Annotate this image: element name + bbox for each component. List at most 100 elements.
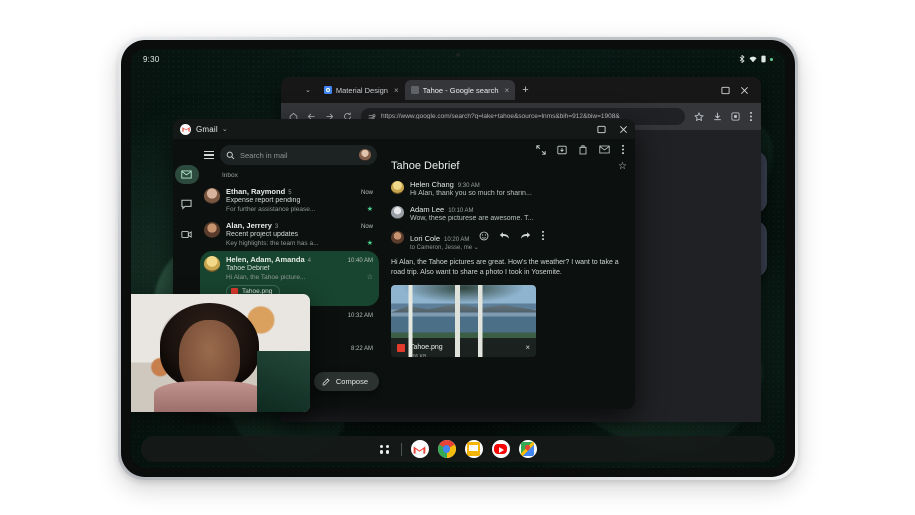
maximize-icon[interactable] [721,86,730,95]
close-icon[interactable]: × [525,343,530,352]
close-icon[interactable]: × [505,86,510,95]
reply-icon[interactable] [499,231,510,240]
youtube-taskbar-icon[interactable] [491,440,510,458]
extensions-icon[interactable] [731,112,740,121]
list-item-time: Now [360,224,373,230]
app-launcher-icon[interactable] [379,444,390,454]
thread-message-sender: Adam Lee [410,205,445,214]
list-item[interactable]: Alan, Jerrery 3 Now Recent project updat… [200,217,379,251]
list-item-subject: Expense report pending [226,197,301,204]
thread-message[interactable]: Adam Lee 10:10 AM Wow, these picturese a… [391,205,627,222]
download-icon[interactable] [713,112,722,121]
browser-window-controls [721,86,757,95]
gmail-window-controls [597,125,628,134]
wifi-icon [749,56,757,62]
message-body-text: Hi Alan, the Tahoe pictures are great. H… [391,258,619,277]
google-search-icon [410,86,419,94]
overflow-menu-icon[interactable] [621,144,625,155]
gmail-title-bar: Gmail ⌄ [173,119,635,139]
chrome-tab-strip: ⌄ Material Design × Tahoe - Google searc… [281,77,761,103]
close-icon[interactable]: × [394,86,399,95]
avatar[interactable] [359,149,371,161]
thread-message-time: 10:10 AM [448,208,474,214]
thread-message[interactable]: Helen Chang 9:30 AM Hi Alan, thank you s… [391,180,627,197]
chat-icon [181,199,192,210]
slides-taskbar-icon[interactable] [464,440,483,458]
star-icon[interactable]: ☆ [367,273,373,281]
tablet-device-frame: 9:30 Weather Wed 8° [118,37,798,480]
list-item-sender: Ethan, Raymond [226,187,286,196]
gmail-taskbar-icon[interactable] [410,440,429,458]
hamburger-menu-icon[interactable] [200,151,217,159]
avatar [391,231,404,244]
list-item-subject: Recent project updates [226,231,298,238]
mail-icon [181,170,192,179]
list-item-snippet: For further assistance please... [226,205,316,213]
bookmark-star-icon[interactable] [694,111,704,122]
expand-icon[interactable] [536,144,546,155]
thread-message-time: 9:30 AM [457,183,480,189]
new-tab-button[interactable]: + [515,84,535,96]
thread-message-sender: Lori Cole [410,233,441,243]
taskbar [141,436,775,462]
rail-item-chat[interactable] [177,195,196,214]
gmail-logo-icon [180,123,191,135]
tablet-screen: 9:30 Weather Wed 8° [131,49,785,468]
list-item[interactable]: Ethan, Raymond 5 Now Expense report pend… [200,183,379,217]
status-icons [739,55,773,63]
close-icon[interactable] [740,86,749,95]
star-icon[interactable]: ★ [367,239,373,247]
video-call-window[interactable] [131,294,310,412]
overflow-menu-icon[interactable] [541,230,545,241]
close-icon[interactable] [619,125,628,134]
chevron-down-icon[interactable]: ⌄ [222,125,228,133]
rail-item-meet[interactable] [177,225,196,244]
status-clock: 9:30 [143,54,160,64]
search-input[interactable]: Search in mail [220,145,377,165]
chrome-profile-caret-icon[interactable]: ⌄ [305,86,311,94]
emoji-icon[interactable] [479,231,489,241]
thread-message-sender: Helen Chang [410,180,454,189]
video-participant-torso [154,381,265,412]
browser-tab-tahoe-search[interactable]: Tahoe - Google search × [404,80,516,100]
search-icon [226,151,235,159]
dot-indicator [770,57,773,61]
battery-icon [761,55,766,63]
mark-unread-icon[interactable] [599,145,610,154]
browser-tab-label: Tahoe - Google search [422,85,499,95]
star-icon[interactable]: ★ [367,205,373,213]
list-item-count: 4 [307,258,311,264]
chrome-taskbar-icon[interactable] [437,440,456,458]
inline-image-attachment[interactable]: Tahoe.png 106 KB × [391,285,536,358]
thread-message-expanded[interactable]: Lori Cole 10:20 AM to Cameron, Jesse, me… [391,230,627,251]
avatar [204,222,220,238]
maximize-icon[interactable] [597,125,606,134]
image-file-icon [397,343,405,352]
avatar [391,181,404,194]
avatar [204,188,220,204]
list-item-snippet: Hi Alan, the Tahoe picture... [226,273,306,281]
list-item-count: 3 [274,224,279,230]
star-icon[interactable]: ☆ [618,161,627,172]
list-item-time: 8:22 AM [350,346,373,352]
list-item-count: 5 [288,190,292,196]
thread-actions [391,144,627,155]
rail-item-mail[interactable] [174,165,199,184]
archive-icon[interactable] [557,145,567,155]
compose-button[interactable]: Compose [313,372,379,391]
forward-icon[interactable] [520,231,531,240]
chevron-down-icon[interactable]: ⌄ [474,245,479,251]
thread-message-time: 10:20 AM [444,236,470,243]
thread-message-snippet: Hi Alan, thank you so much for sharin... [410,190,532,197]
screenshot-stage: 9:30 Weather Wed 8° [0,0,915,515]
list-item-subject: Tahoe Debrief [226,265,270,272]
maps-taskbar-icon[interactable] [518,440,537,458]
gmail-reading-pane: Tahoe Debrief ☆ Helen Chang 9:30 AM Hi A… [383,139,635,409]
overflow-menu-icon[interactable] [749,111,753,122]
thread-title: Tahoe Debrief [391,160,460,172]
delete-icon[interactable] [578,144,588,155]
browser-tab-material-design[interactable]: Material Design × [318,80,405,100]
thread-message-recipients[interactable]: to Cameron, Jesse, me ⌄ [410,244,627,251]
taskbar-divider [400,442,402,456]
recipients-label: to Cameron, Jesse, me [410,244,473,251]
